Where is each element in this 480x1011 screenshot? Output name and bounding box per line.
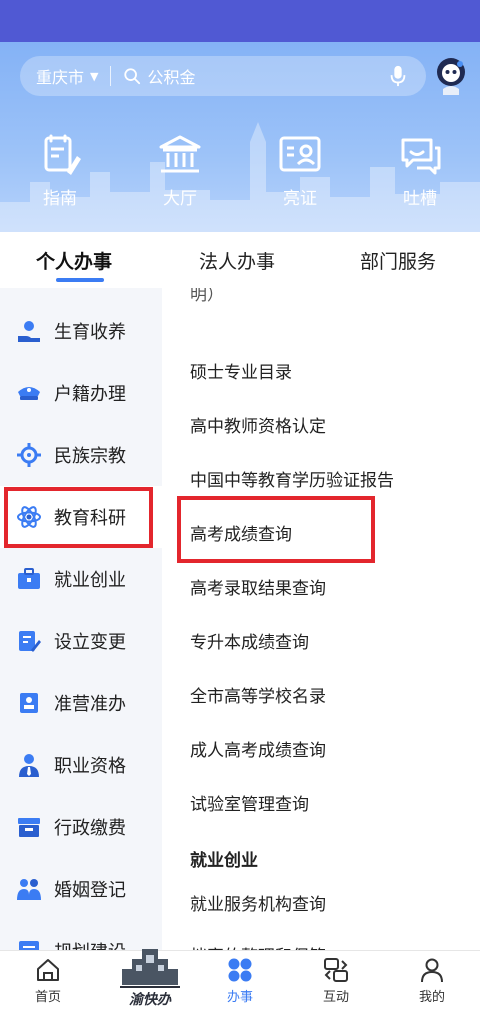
list-item[interactable]: 高中教师资格认定 <box>190 412 326 437</box>
search-input[interactable]: 公积金 <box>147 64 388 88</box>
apps-icon <box>228 958 252 982</box>
city-label: 重庆市 <box>36 68 85 87</box>
nav-label: 首页 <box>34 990 61 1005</box>
list-item[interactable]: 就业服务机构查询 <box>190 890 326 915</box>
assistant-avatar-icon[interactable] <box>433 56 469 96</box>
list-item[interactable]: 全市高等学校名录 <box>190 682 326 707</box>
quick-action-label: 指南 <box>43 189 77 209</box>
sidebar-item-ethnic-religion[interactable]: 民族宗教 <box>0 424 162 486</box>
sidebar-item-establish-change[interactable]: 设立变更 <box>0 610 162 672</box>
sidebar-item-label: 婚姻登记 <box>54 880 126 901</box>
quick-action-label: 吐槽 <box>403 189 437 209</box>
briefcase-icon <box>18 568 40 589</box>
license-icon <box>279 136 321 172</box>
hall-icon <box>159 135 201 173</box>
nav-yukuaiban[interactable]: 渝快办 <box>110 941 190 1011</box>
status-bar <box>0 0 480 42</box>
sidebar-item-household[interactable]: 户籍办理 <box>0 362 162 424</box>
bottom-nav: 首页 渝快办 办事 互动 我的 <box>0 949 480 1011</box>
quick-action-label: 亮证 <box>283 189 317 209</box>
hero-header: 重庆市 ▼ 公积金 指南 大厅 亮证 吐槽 <box>0 42 480 232</box>
list-item[interactable]: 硕士专业目录 <box>190 358 292 383</box>
active-tab-indicator <box>56 278 104 282</box>
sidebar-item-label: 生育收养 <box>54 322 126 343</box>
nav-label: 办事 <box>226 990 253 1005</box>
sidebar-item-operating-permit[interactable]: 准营准办 <box>0 672 162 734</box>
quick-action-feedback[interactable]: 吐槽 <box>375 132 465 209</box>
service-list: 明） 硕士专业目录 高中教师资格认定 中国中等教育学历验证报告 高考成绩查询 高… <box>162 288 480 950</box>
tray-icon <box>18 818 40 837</box>
list-item[interactable]: 专升本成绩查询 <box>190 628 309 653</box>
quick-actions: 指南 大厅 亮证 吐槽 <box>0 132 480 212</box>
city-selector[interactable]: 重庆市 ▼ <box>20 64 98 88</box>
quick-action-label: 大厅 <box>163 189 197 209</box>
list-section-title: 就业创业 <box>190 851 258 871</box>
home-icon <box>37 959 59 981</box>
highlight-box <box>4 487 153 548</box>
nav-label: 我的 <box>418 990 445 1005</box>
tab-legal-entity[interactable]: 法人办事 <box>199 247 275 274</box>
highlight-box <box>177 496 375 563</box>
sidebar-item-birth-adoption[interactable]: 生育收养 <box>0 300 162 362</box>
planning-icon <box>19 941 39 950</box>
category-sidebar: 生育收养 户籍办理 民族宗教 教育科研 就业创业 设立变更 准营准办 职业资格 … <box>0 288 162 950</box>
list-item[interactable]: 高考录取结果查询 <box>190 574 326 599</box>
edit-document-icon <box>19 631 41 652</box>
nav-home[interactable]: 首页 <box>8 956 88 1005</box>
sidebar-item-label: 准营准办 <box>54 694 126 715</box>
list-item[interactable]: 成人高考成绩查询 <box>190 736 326 761</box>
yukuaiban-logo <box>120 949 180 988</box>
baby-hand-icon <box>18 321 40 342</box>
nav-services[interactable]: 办事 <box>200 956 280 1005</box>
sidebar-item-admin-fees[interactable]: 行政缴费 <box>0 796 162 858</box>
caret-down-icon: ▼ <box>90 69 99 83</box>
quick-action-hall[interactable]: 大厅 <box>135 132 225 209</box>
sidebar-item-label: 行政缴费 <box>54 818 126 839</box>
sidebar-item-label: 户籍办理 <box>54 384 126 405</box>
stamp-icon <box>20 693 38 713</box>
list-item[interactable]: 中国中等教育学历验证报告 <box>190 466 394 491</box>
dharma-wheel-icon <box>17 443 41 467</box>
list-item[interactable]: 档案的整理和保管 <box>190 942 326 950</box>
quick-action-license[interactable]: 亮证 <box>255 132 345 209</box>
nav-profile[interactable]: 我的 <box>392 956 472 1005</box>
tab-personal[interactable]: 个人办事 <box>36 247 112 274</box>
divider <box>110 66 112 86</box>
sidebar-item-qualification[interactable]: 职业资格 <box>0 734 162 796</box>
quick-action-guide[interactable]: 指南 <box>15 132 105 209</box>
sidebar-item-marriage[interactable]: 婚姻登记 <box>0 858 162 920</box>
list-item[interactable]: 明） <box>190 288 224 305</box>
nav-label: 互动 <box>322 990 349 1005</box>
sidebar-item-label: 职业资格 <box>54 756 126 777</box>
nav-label: 渝快办 <box>129 992 171 1008</box>
person-tie-icon <box>19 754 39 777</box>
feedback-icon <box>401 138 441 175</box>
sidebar-item-label: 民族宗教 <box>54 446 126 467</box>
profile-icon <box>421 958 443 983</box>
tab-department[interactable]: 部门服务 <box>360 247 436 274</box>
microphone-icon[interactable] <box>388 65 408 87</box>
interact-icon <box>324 958 348 982</box>
couple-icon <box>17 879 41 900</box>
list-item[interactable]: 试验室管理查询 <box>190 790 309 815</box>
guide-icon <box>44 134 81 175</box>
sidebar-item-employment[interactable]: 就业创业 <box>0 548 162 610</box>
category-tabs: 个人办事 法人办事 部门服务 <box>0 232 480 288</box>
sidebar-item-label: 设立变更 <box>54 632 126 653</box>
sidebar-item-label: 就业创业 <box>54 570 126 591</box>
police-cap-icon <box>18 387 40 400</box>
nav-interact[interactable]: 互动 <box>296 956 376 1005</box>
search-bar[interactable]: 重庆市 ▼ 公积金 <box>20 56 426 96</box>
search-icon <box>124 68 141 85</box>
